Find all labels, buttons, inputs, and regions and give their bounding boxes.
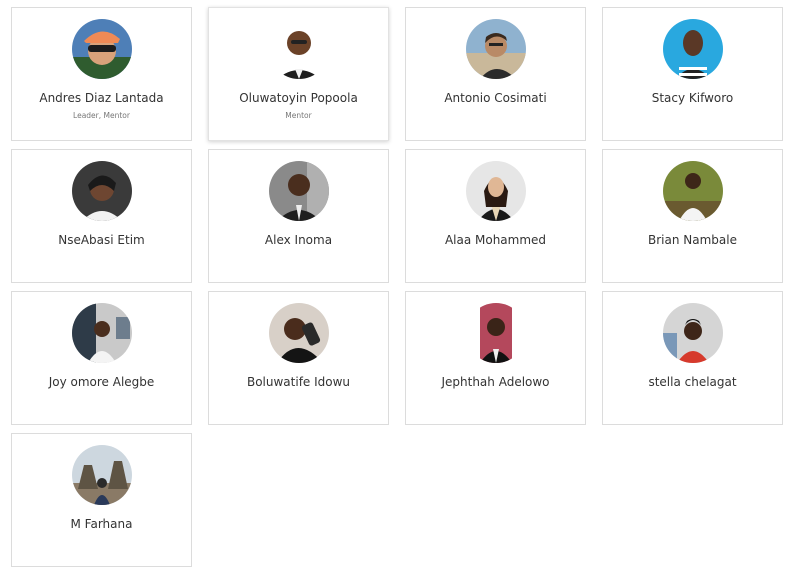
member-photo bbox=[71, 445, 132, 505]
member-photo bbox=[268, 19, 329, 79]
member-photo bbox=[71, 161, 132, 221]
member-card-stacy-kifworo[interactable]: Stacy Kifworo bbox=[602, 7, 783, 141]
member-role: Leader, Mentor bbox=[73, 111, 130, 120]
member-name: Stacy Kifworo bbox=[651, 91, 734, 105]
member-name: Andres Diaz Lantada bbox=[39, 91, 164, 105]
member-card-jephthah-adelowo[interactable]: Jephthah Adelowo bbox=[405, 291, 586, 425]
member-photo bbox=[465, 303, 526, 363]
member-card-alaa-mohammed[interactable]: Alaa Mohammed bbox=[405, 149, 586, 283]
member-photo bbox=[465, 161, 526, 221]
member-photo bbox=[71, 303, 132, 363]
member-card-boluwatife-idowu[interactable]: Boluwatife Idowu bbox=[208, 291, 389, 425]
member-photo bbox=[268, 303, 329, 363]
member-card-andres-diaz-lantada[interactable]: Andres Diaz Lantada Leader, Mentor bbox=[11, 7, 192, 141]
member-card-brian-nambale[interactable]: Brian Nambale bbox=[602, 149, 783, 283]
member-name: Antonio Cosimati bbox=[444, 91, 547, 105]
member-name: Alaa Mohammed bbox=[444, 233, 547, 247]
member-name: M Farhana bbox=[70, 517, 133, 531]
member-card-oluwatoyin-popoola[interactable]: Oluwatoyin Popoola Mentor bbox=[208, 7, 389, 141]
member-photo bbox=[662, 161, 723, 221]
member-photo bbox=[465, 19, 526, 79]
member-card-nseabasi-etim[interactable]: NseAbasi Etim bbox=[11, 149, 192, 283]
member-card-stella-chelagat[interactable]: stella chelagat bbox=[602, 291, 783, 425]
member-photo bbox=[662, 19, 723, 79]
member-role: Mentor bbox=[285, 111, 312, 120]
member-name: stella chelagat bbox=[648, 375, 737, 389]
member-photo bbox=[268, 161, 329, 221]
member-card-joy-omore-alegbe[interactable]: Joy omore Alegbe bbox=[11, 291, 192, 425]
member-card-m-farhana[interactable]: M Farhana bbox=[11, 433, 192, 567]
member-name: NseAbasi Etim bbox=[58, 233, 145, 247]
member-photo bbox=[71, 19, 132, 79]
member-name: Jephthah Adelowo bbox=[441, 375, 550, 389]
member-card-antonio-cosimati[interactable]: Antonio Cosimati bbox=[405, 7, 586, 141]
member-name: Brian Nambale bbox=[648, 233, 737, 247]
member-photo bbox=[662, 303, 723, 363]
member-name: Alex Inoma bbox=[264, 233, 333, 247]
member-name: Oluwatoyin Popoola bbox=[239, 91, 358, 105]
member-name: Joy omore Alegbe bbox=[48, 375, 155, 389]
member-name: Boluwatife Idowu bbox=[246, 375, 351, 389]
member-card-alex-inoma[interactable]: Alex Inoma bbox=[208, 149, 389, 283]
team-member-grid: Andres Diaz Lantada Leader, Mentor Oluwa… bbox=[11, 7, 783, 567]
